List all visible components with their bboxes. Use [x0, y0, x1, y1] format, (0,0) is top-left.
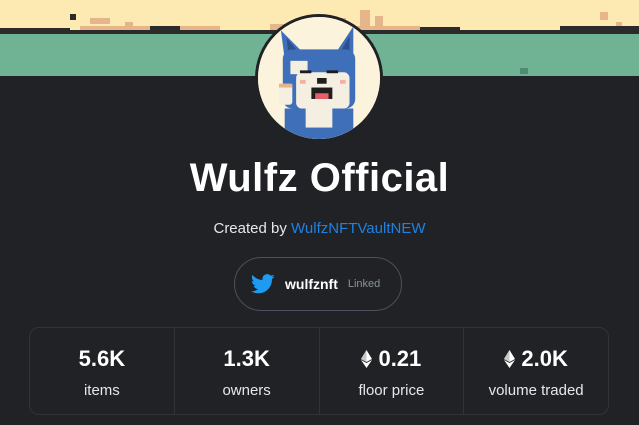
stat-floor-price[interactable]: 0.21 floor price [320, 328, 465, 414]
created-by-prefix: Created by [213, 220, 287, 237]
stat-value: 2.0K [504, 344, 568, 374]
stat-volume-traded[interactable]: 2.0K volume traded [464, 328, 608, 414]
stat-owners-label: owners [222, 381, 271, 399]
collection-stats: 5.6K items 1.3K owners 0.21 floor price [29, 327, 609, 415]
stat-owners[interactable]: 1.3K owners [175, 328, 320, 414]
created-by-line: Created by WulfzNFTVaultNEW [0, 220, 639, 237]
stat-value: 1.3K [223, 344, 269, 374]
stat-volume-traded-label: volume traded [488, 381, 584, 399]
stat-floor-price-value: 0.21 [378, 345, 422, 371]
stat-value: 5.6K [79, 344, 125, 374]
ethereum-icon [361, 349, 373, 368]
stat-items[interactable]: 5.6K items [30, 328, 175, 414]
twitter-icon [251, 274, 275, 294]
collection-title: Wulfz Official [189, 156, 450, 200]
creator-link[interactable]: WulfzNFTVaultNEW [291, 220, 425, 237]
linked-status: Linked [347, 278, 381, 290]
twitter-link-button[interactable]: wulfznft Linked [234, 257, 402, 311]
stat-floor-price-label: floor price [358, 381, 425, 399]
wolf-avatar-image [258, 17, 380, 139]
stat-items-label: items [83, 381, 120, 399]
stat-value: 0.21 [361, 344, 421, 374]
ethereum-icon [504, 349, 516, 368]
stat-items-value: 5.6K [78, 345, 126, 371]
twitter-handle: wulfznft [285, 276, 338, 292]
collection-avatar [255, 14, 383, 142]
stat-volume-traded-value: 2.0K [521, 345, 568, 371]
stat-owners-value: 1.3K [223, 345, 270, 371]
